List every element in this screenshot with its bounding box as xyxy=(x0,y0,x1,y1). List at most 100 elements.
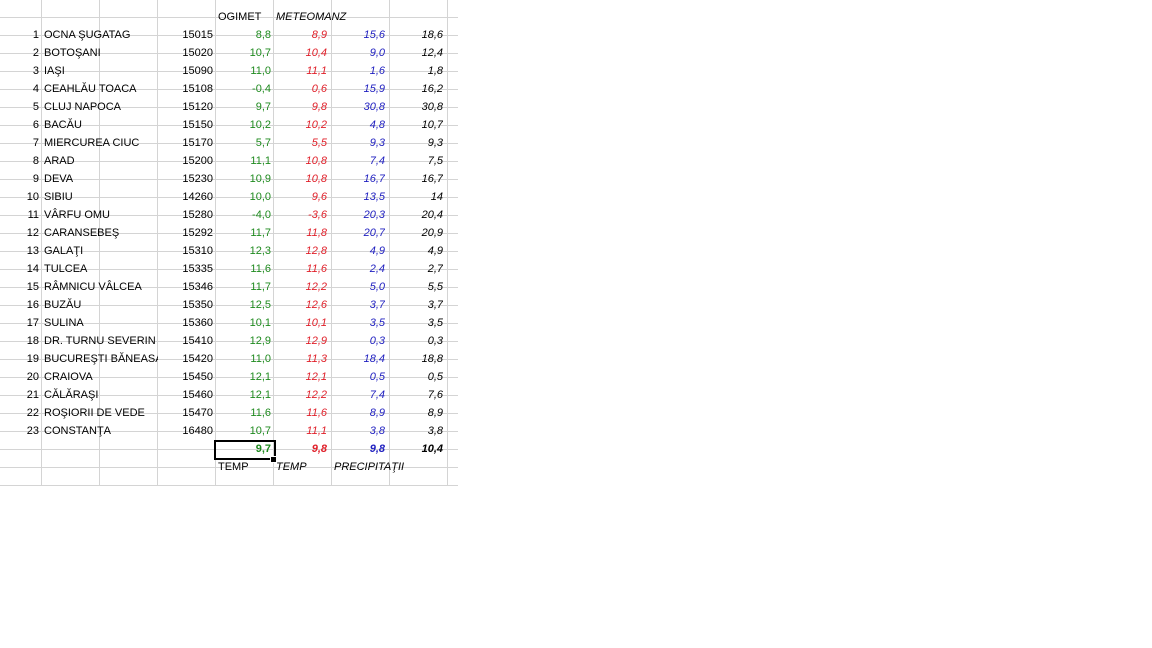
ogimet-temp-cell[interactable]: 11,6 xyxy=(216,260,271,278)
ogimet-temp-cell[interactable]: 8,8 xyxy=(216,26,271,44)
station-code-cell[interactable]: 15120 xyxy=(158,98,213,116)
meteomanz-temp-cell[interactable]: 12,6 xyxy=(274,296,327,314)
precipitation-cell[interactable]: 7,4 xyxy=(332,152,385,170)
station-code-cell[interactable]: 15150 xyxy=(158,116,213,134)
ogimet-temp-cell[interactable]: 12,3 xyxy=(216,242,271,260)
ogimet-temp-cell[interactable]: 11,7 xyxy=(216,278,271,296)
station-code-cell[interactable]: 15310 xyxy=(158,242,213,260)
precipitation-cell[interactable]: 13,5 xyxy=(332,188,385,206)
station-name-cell[interactable]: CĂLĂRAŞI xyxy=(44,386,158,404)
meteomanz-temp-cell[interactable]: 11,1 xyxy=(274,62,327,80)
station-name-cell[interactable]: DEVA xyxy=(44,170,158,188)
precipitation-cell[interactable]: 3,7 xyxy=(332,296,385,314)
avg-precip2-cell[interactable]: 10,4 xyxy=(390,440,443,458)
meteomanz-temp-cell[interactable]: 0,6 xyxy=(274,80,327,98)
station-name-cell[interactable]: CONSTANŢA xyxy=(44,422,158,440)
station-name-cell[interactable]: TULCEA xyxy=(44,260,158,278)
meteomanz-temp-cell[interactable]: 10,2 xyxy=(274,116,327,134)
ogimet-temp-cell[interactable]: 10,2 xyxy=(216,116,271,134)
spreadsheet-grid[interactable]: OGIMET METEOMANZ 1 OCNA ŞUGATAG 15015 8,8 8,… xyxy=(0,0,458,486)
header-meteomanz[interactable]: METEOMANZ xyxy=(276,8,346,26)
precipitation-2-cell[interactable]: 12,4 xyxy=(390,44,443,62)
ogimet-temp-cell[interactable]: 10,9 xyxy=(216,170,271,188)
row-number-cell[interactable]: 5 xyxy=(0,98,39,116)
precipitation-2-cell[interactable]: 30,8 xyxy=(390,98,443,116)
station-name-cell[interactable]: DR. TURNU SEVERIN xyxy=(44,332,158,350)
station-name-cell[interactable]: SIBIU xyxy=(44,188,158,206)
precipitation-cell[interactable]: 30,8 xyxy=(332,98,385,116)
station-code-cell[interactable]: 15292 xyxy=(158,224,213,242)
ogimet-temp-cell[interactable]: 10,1 xyxy=(216,314,271,332)
row-number-cell[interactable]: 14 xyxy=(0,260,39,278)
station-name-cell[interactable]: IAŞI xyxy=(44,62,158,80)
footer-temp-meteomanz[interactable]: TEMP xyxy=(276,458,307,476)
precipitation-2-cell[interactable]: 16,2 xyxy=(390,80,443,98)
ogimet-temp-cell[interactable]: 12,5 xyxy=(216,296,271,314)
row-number-cell[interactable]: 2 xyxy=(0,44,39,62)
precipitation-cell[interactable]: 1,6 xyxy=(332,62,385,80)
station-code-cell[interactable]: 15280 xyxy=(158,206,213,224)
ogimet-temp-cell[interactable]: -4,0 xyxy=(216,206,271,224)
station-code-cell[interactable]: 15230 xyxy=(158,170,213,188)
station-name-cell[interactable]: CEAHLĂU TOACA xyxy=(44,80,158,98)
precipitation-2-cell[interactable]: 16,7 xyxy=(390,170,443,188)
precipitation-cell[interactable]: 7,4 xyxy=(332,386,385,404)
row-number-cell[interactable]: 23 xyxy=(0,422,39,440)
row-number-cell[interactable]: 11 xyxy=(0,206,39,224)
station-name-cell[interactable]: CARANSEBEŞ xyxy=(44,224,158,242)
precipitation-2-cell[interactable]: 18,8 xyxy=(390,350,443,368)
row-number-cell[interactable]: 20 xyxy=(0,368,39,386)
row-number-cell[interactable]: 17 xyxy=(0,314,39,332)
station-code-cell[interactable]: 15335 xyxy=(158,260,213,278)
precipitation-cell[interactable]: 16,7 xyxy=(332,170,385,188)
station-name-cell[interactable]: OCNA ŞUGATAG xyxy=(44,26,158,44)
meteomanz-temp-cell[interactable]: 11,6 xyxy=(274,404,327,422)
precipitation-2-cell[interactable]: 7,6 xyxy=(390,386,443,404)
station-name-cell[interactable]: CLUJ NAPOCA xyxy=(44,98,158,116)
precipitation-2-cell[interactable]: 7,5 xyxy=(390,152,443,170)
row-number-cell[interactable]: 8 xyxy=(0,152,39,170)
meteomanz-temp-cell[interactable]: 12,9 xyxy=(274,332,327,350)
precipitation-2-cell[interactable]: 8,9 xyxy=(390,404,443,422)
station-name-cell[interactable]: ROŞIORII DE VEDE xyxy=(44,404,158,422)
row-number-cell[interactable]: 3 xyxy=(0,62,39,80)
footer-precipitation[interactable]: PRECIPITAŢII xyxy=(334,458,404,476)
precipitation-cell[interactable]: 20,3 xyxy=(332,206,385,224)
ogimet-temp-cell[interactable]: 11,0 xyxy=(216,62,271,80)
station-code-cell[interactable]: 15015 xyxy=(158,26,213,44)
footer-temp-ogimet[interactable]: TEMP xyxy=(218,458,249,476)
station-code-cell[interactable]: 15108 xyxy=(158,80,213,98)
ogimet-temp-cell[interactable]: -0,4 xyxy=(216,80,271,98)
meteomanz-temp-cell[interactable]: 10,8 xyxy=(274,170,327,188)
precipitation-2-cell[interactable]: 20,4 xyxy=(390,206,443,224)
station-code-cell[interactable]: 16480 xyxy=(158,422,213,440)
row-number-cell[interactable]: 9 xyxy=(0,170,39,188)
precipitation-cell[interactable]: 18,4 xyxy=(332,350,385,368)
station-name-cell[interactable]: ARAD xyxy=(44,152,158,170)
avg-precip-cell[interactable]: 9,8 xyxy=(332,440,385,458)
precipitation-cell[interactable]: 15,9 xyxy=(332,80,385,98)
station-name-cell[interactable]: BOTOŞANI xyxy=(44,44,158,62)
ogimet-temp-cell[interactable]: 11,1 xyxy=(216,152,271,170)
precipitation-cell[interactable]: 20,7 xyxy=(332,224,385,242)
station-code-cell[interactable]: 15460 xyxy=(158,386,213,404)
precipitation-2-cell[interactable]: 0,3 xyxy=(390,332,443,350)
station-name-cell[interactable]: BUZĂU xyxy=(44,296,158,314)
meteomanz-temp-cell[interactable]: 11,3 xyxy=(274,350,327,368)
precipitation-2-cell[interactable]: 4,9 xyxy=(390,242,443,260)
precipitation-2-cell[interactable]: 18,6 xyxy=(390,26,443,44)
avg-meteomanz-cell[interactable]: 9,8 xyxy=(274,440,327,458)
precipitation-2-cell[interactable]: 5,5 xyxy=(390,278,443,296)
meteomanz-temp-cell[interactable]: -3,6 xyxy=(274,206,327,224)
station-code-cell[interactable]: 15346 xyxy=(158,278,213,296)
precipitation-cell[interactable]: 4,9 xyxy=(332,242,385,260)
meteomanz-temp-cell[interactable]: 11,6 xyxy=(274,260,327,278)
station-name-cell[interactable]: BUCUREŞTI BĂNEASA xyxy=(44,350,158,368)
precipitation-cell[interactable]: 3,8 xyxy=(332,422,385,440)
precipitation-2-cell[interactable]: 14 xyxy=(390,188,443,206)
ogimet-temp-cell[interactable]: 10,0 xyxy=(216,188,271,206)
station-code-cell[interactable]: 15350 xyxy=(158,296,213,314)
station-code-cell[interactable]: 15170 xyxy=(158,134,213,152)
precipitation-cell[interactable]: 15,6 xyxy=(332,26,385,44)
meteomanz-temp-cell[interactable]: 10,4 xyxy=(274,44,327,62)
